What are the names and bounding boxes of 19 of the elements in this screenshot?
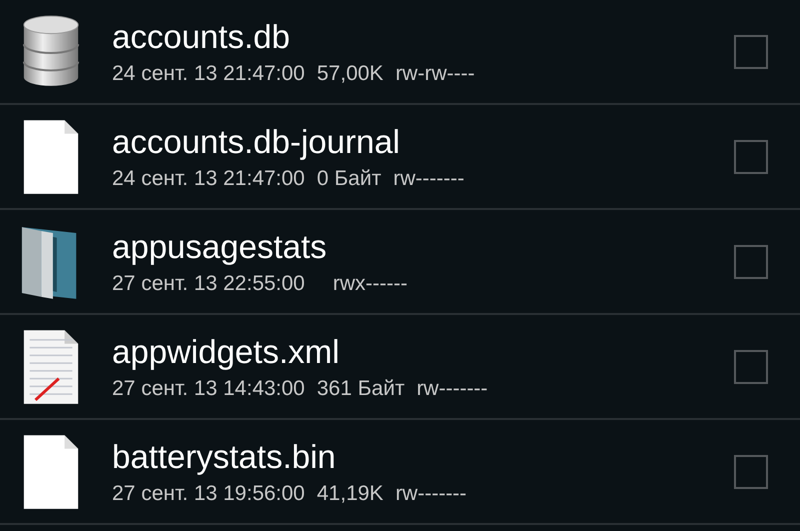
file-name: accounts.db — [112, 18, 291, 56]
file-permissions: rw------- — [395, 482, 467, 506]
file-name: appusagestats — [112, 228, 328, 266]
file-date: 27 сент. 13 22:55:00 — [112, 272, 305, 296]
file-permissions: rwx------ — [332, 272, 408, 296]
file-size: 0 Байт — [316, 166, 382, 190]
file-size: 41,19K — [316, 482, 384, 506]
file-size: 57,00K — [316, 62, 384, 86]
file-permissions: rw------- — [416, 376, 488, 400]
file-permissions: rw-rw---- — [395, 62, 475, 86]
file-date: 24 сент. 13 21:47:00 — [112, 62, 305, 86]
file-name: accounts.db-journal — [112, 122, 402, 160]
file-size: 361 Байт — [316, 376, 405, 400]
file-name: batterystats.bin — [112, 438, 337, 476]
file-date: 24 сент. 13 21:47:00 — [112, 166, 305, 190]
file-permissions: rw------- — [393, 166, 464, 190]
file-name: appwidgets.xml — [112, 332, 340, 370]
file-date: 27 сент. 13 14:43:00 — [112, 376, 305, 400]
file-date: 27 сент. 13 19:56:00 — [112, 482, 305, 506]
